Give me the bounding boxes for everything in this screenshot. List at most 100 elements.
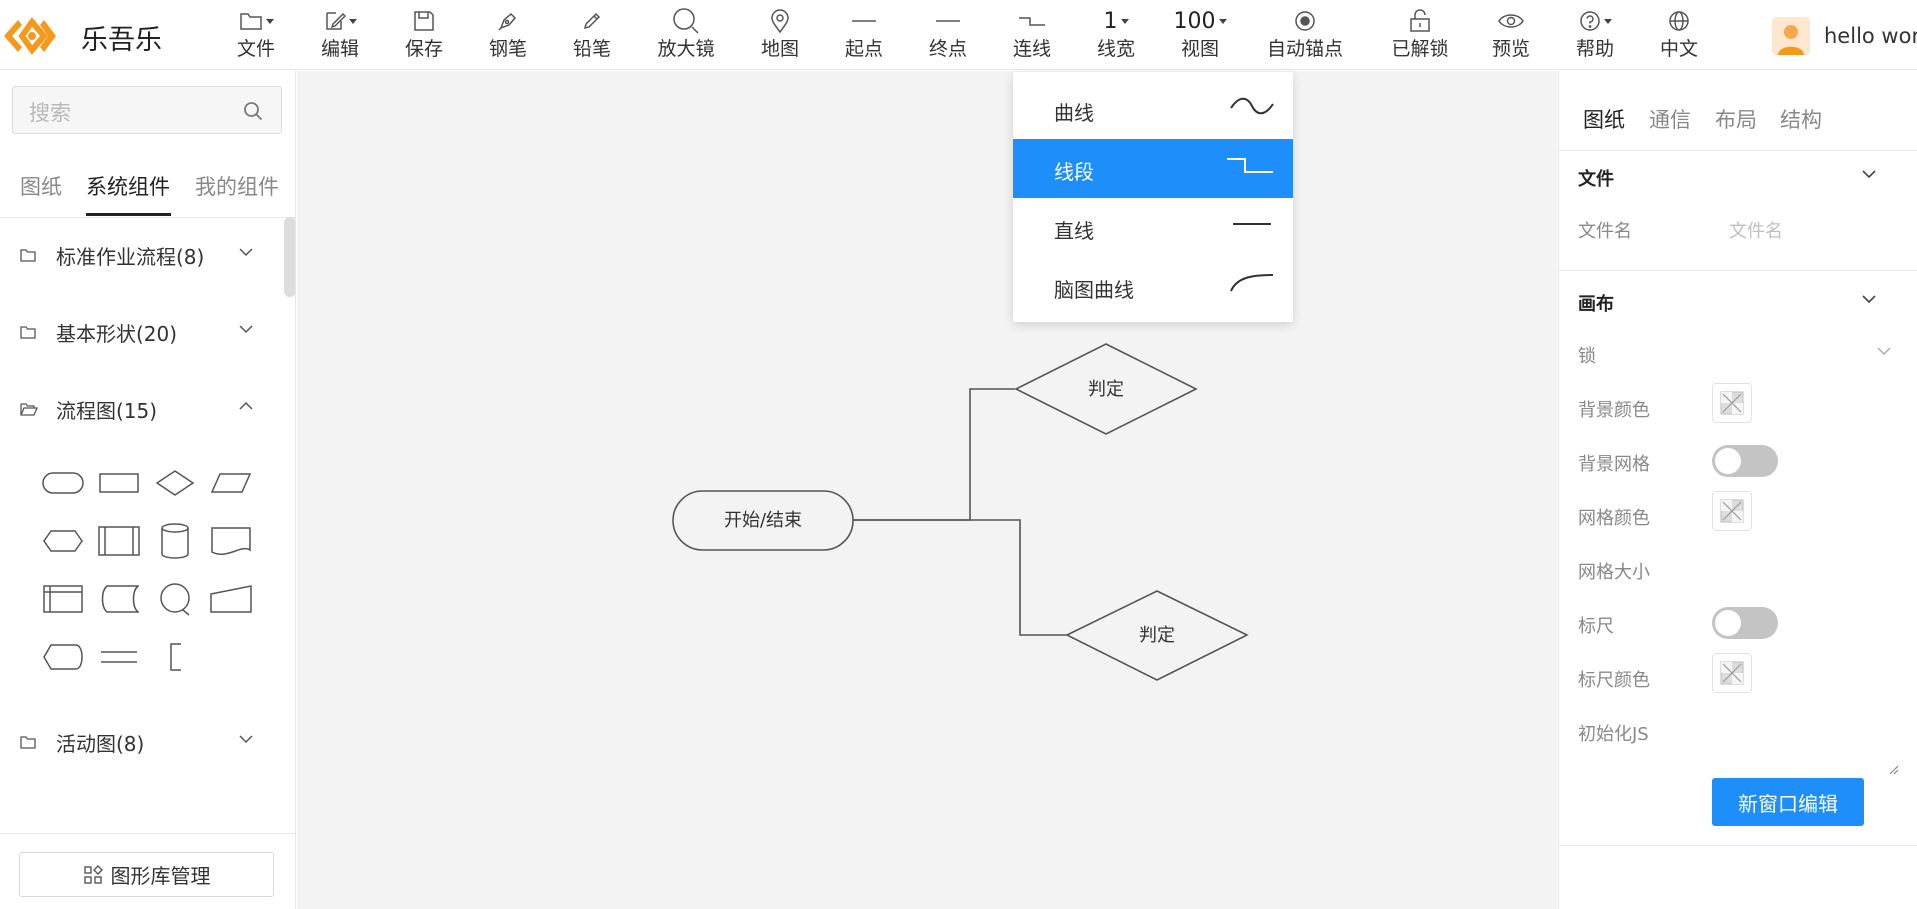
chevron-down-icon <box>239 325 253 334</box>
section-divider <box>1559 845 1917 846</box>
end-point-menu[interactable]: 终点 <box>912 4 984 66</box>
file-menu[interactable]: 文件 <box>220 4 292 66</box>
process-shape-icon[interactable] <box>94 463 144 503</box>
logo-icon <box>0 12 60 60</box>
pen-tool[interactable]: 钢笔 <box>472 4 544 66</box>
stored-data-shape-icon[interactable] <box>94 579 144 619</box>
database-shape-icon[interactable] <box>150 521 200 561</box>
unlock-toggle[interactable]: 已解锁 <box>1380 4 1460 66</box>
auto-anchor-toggle[interactable]: 自动锚点 <box>1260 4 1350 66</box>
section-divider <box>1559 270 1917 271</box>
ruler-toggle[interactable] <box>1712 607 1778 639</box>
preparation-shape-icon[interactable] <box>38 521 88 561</box>
map-tool[interactable]: 地图 <box>744 4 816 66</box>
parallel-shape-icon[interactable] <box>94 637 144 677</box>
open-in-new-window-button[interactable]: 新窗口编辑 <box>1712 778 1864 826</box>
search-input[interactable]: 搜索 <box>12 86 282 134</box>
lock-select[interactable] <box>1712 337 1892 369</box>
category-basic-shapes[interactable]: 基本形状(20) <box>0 312 280 352</box>
line-type-label: 曲线 <box>1054 101 1094 125</box>
caret-down-icon <box>1603 18 1612 24</box>
chevron-down-icon[interactable] <box>1861 169 1877 179</box>
active-tab-indicator <box>86 213 171 216</box>
decision-node[interactable]: 判定 <box>1065 590 1249 681</box>
unlock-icon <box>1410 9 1430 32</box>
subprocess-shape-icon[interactable] <box>94 521 144 561</box>
flowchart-shape-palette <box>30 463 270 703</box>
help-label: 帮助 <box>1575 38 1614 60</box>
curve-line-icon <box>1230 97 1274 115</box>
connector-line[interactable] <box>853 388 1015 521</box>
connect-line-menu[interactable]: 连线 <box>996 4 1068 66</box>
language-menu[interactable]: 中文 <box>1643 4 1715 66</box>
sidebar-scrollbar[interactable] <box>284 217 295 297</box>
toggle-knob <box>1715 448 1741 474</box>
properties-panel: 图纸 通信 布局 结构 文件 文件名 文件名 画布 锁 背景颜色 背景网格 网格… <box>1558 71 1917 909</box>
pencil-tool[interactable]: 铅笔 <box>556 4 628 66</box>
category-standard-sop[interactable]: 标准作业流程(8) <box>0 235 280 275</box>
preview-button[interactable]: 预览 <box>1475 4 1547 66</box>
tab-drawing[interactable]: 图纸 <box>1583 104 1625 134</box>
magnifier-tool[interactable]: 放大镜 <box>650 4 722 66</box>
polyline-icon <box>1019 17 1045 26</box>
resize-handle-icon[interactable] <box>1887 763 1899 775</box>
tab-drawings[interactable]: 图纸 <box>20 171 62 201</box>
ruler-label: 标尺 <box>1578 616 1614 637</box>
line-width-menu[interactable]: 1 线宽 <box>1080 4 1152 66</box>
tab-system-components[interactable]: 系统组件 <box>86 171 170 201</box>
display-shape-icon[interactable] <box>38 637 88 677</box>
line-type-straight[interactable]: 直线 <box>1013 198 1293 257</box>
internal-storage-shape-icon[interactable] <box>38 579 88 619</box>
avatar <box>1772 17 1810 55</box>
folder-icon <box>20 736 36 749</box>
decision-node[interactable]: 判定 <box>1014 343 1198 435</box>
data-shape-icon[interactable] <box>206 463 256 503</box>
drawing-canvas[interactable]: 开始/结束 判定 判定 <box>297 71 1557 909</box>
ruler-color-picker[interactable] <box>1712 653 1752 693</box>
tabs-divider <box>0 217 295 218</box>
category-label: 活动图(8) <box>56 732 145 756</box>
manual-input-shape-icon[interactable] <box>206 579 256 619</box>
tab-layout[interactable]: 布局 <box>1715 104 1757 134</box>
bg-color-picker[interactable] <box>1712 383 1752 423</box>
category-label: 流程图(15) <box>56 399 158 423</box>
user-menu[interactable]: hello world <box>1772 16 1917 56</box>
tab-structure[interactable]: 结构 <box>1780 104 1822 134</box>
line-type-polyline[interactable]: 线段 <box>1013 139 1293 198</box>
document-shape-icon[interactable] <box>206 521 256 561</box>
tab-my-components[interactable]: 我的组件 <box>195 171 279 201</box>
grid-color-picker[interactable] <box>1712 491 1752 531</box>
straight-line-icon <box>1233 223 1271 225</box>
help-menu[interactable]: 帮助 <box>1559 4 1631 66</box>
pen-label: 钢笔 <box>488 38 527 60</box>
category-flowchart[interactable]: 流程图(15) <box>0 389 280 429</box>
save-button[interactable]: 保存 <box>388 4 460 66</box>
filename-input[interactable]: 文件名 <box>1729 217 1889 243</box>
category-activity-diagram[interactable]: 活动图(8) <box>0 722 280 762</box>
caret-down-icon <box>1120 18 1129 24</box>
end-point-label: 终点 <box>928 38 967 60</box>
top-toolbar: 乐吾乐 文件 编辑 保存 钢笔 铅笔 放大镜 地图 起点 终点 连线 1 线宽 … <box>0 0 1917 70</box>
chevron-down-icon <box>1877 347 1891 355</box>
connector-line[interactable] <box>853 519 1070 636</box>
terminator-shape-icon[interactable] <box>38 463 88 503</box>
magnifier-label: 放大镜 <box>657 38 715 60</box>
bg-grid-toggle[interactable] <box>1712 445 1778 477</box>
canvas-section-title: 画布 <box>1578 294 1614 315</box>
bg-grid-label: 背景网格 <box>1578 454 1650 475</box>
line-type-mind-curve[interactable]: 脑图曲线 <box>1013 257 1293 316</box>
shape-library-button[interactable]: 图形库管理 <box>19 852 274 897</box>
line-type-curve[interactable]: 曲线 <box>1013 80 1293 139</box>
decision-shape-icon[interactable] <box>150 463 200 503</box>
search-icon[interactable] <box>243 101 263 121</box>
language-label: 中文 <box>1659 38 1698 60</box>
start-end-node[interactable]: 开始/结束 <box>672 490 854 551</box>
start-point-menu[interactable]: 起点 <box>828 4 900 66</box>
edit-menu[interactable]: 编辑 <box>304 4 376 66</box>
tab-communication[interactable]: 通信 <box>1649 104 1691 134</box>
chevron-down-icon[interactable] <box>1861 294 1877 304</box>
view-menu[interactable]: 100 视图 <box>1164 4 1236 66</box>
comment-shape-icon[interactable] <box>150 637 200 677</box>
connector-shape-icon[interactable] <box>150 579 200 619</box>
empty-color-icon <box>1720 499 1744 523</box>
